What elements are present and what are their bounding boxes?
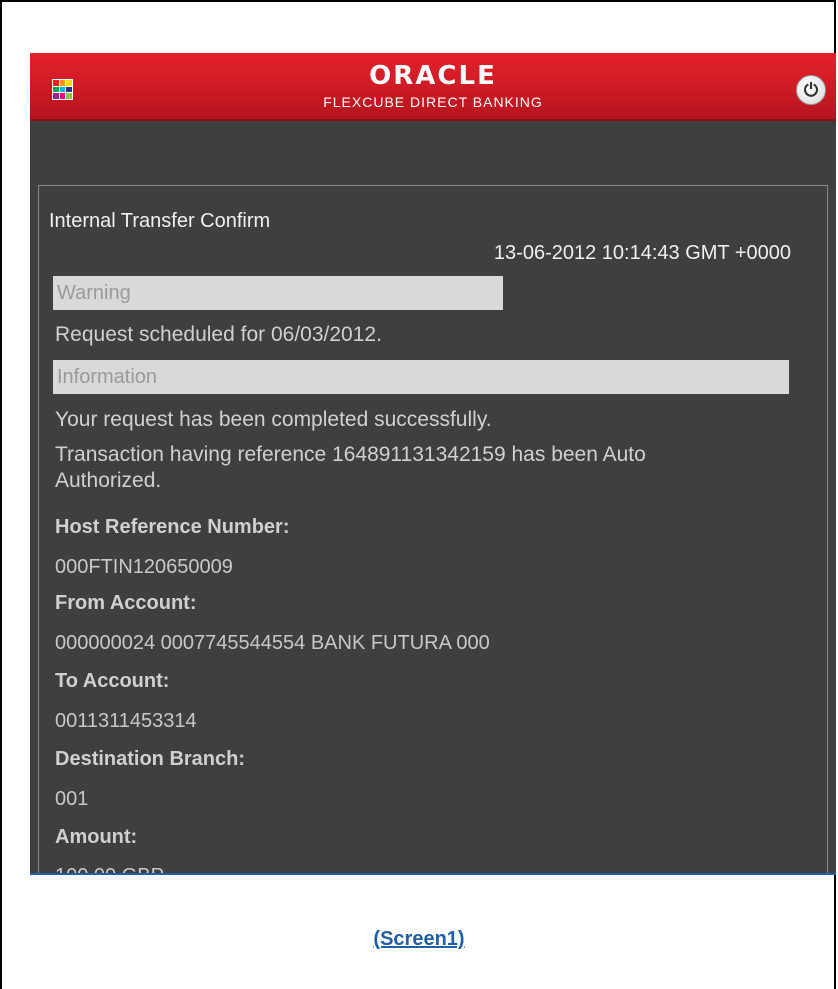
oracle-logo: ORACLE FLEXCUBE DIRECT BANKING	[30, 61, 836, 111]
app-header: ORACLE FLEXCUBE DIRECT BANKING ⏻	[30, 53, 836, 121]
screen-caption-link[interactable]: (Screen1)	[0, 928, 838, 951]
warning-message: Request scheduled for 06/03/2012.	[55, 323, 382, 346]
information-label: Information	[53, 360, 789, 394]
amount-value: 100.00 GBP	[55, 865, 164, 873]
to-account-label: To Account:	[55, 670, 170, 692]
timestamp: 13-06-2012 10:14:43 GMT +0000	[493, 242, 791, 264]
confirmation-panel: Internal Transfer Confirm 13-06-2012 10:…	[38, 185, 828, 873]
from-account-label: From Account:	[55, 592, 197, 614]
caption-divider	[30, 873, 836, 875]
to-account-value: 0011311453314	[55, 710, 197, 732]
warning-label: Warning	[53, 276, 503, 310]
from-account-value: 000000024 0007745544554 BANK FUTURA 000	[55, 632, 490, 654]
destination-branch-label: Destination Branch:	[55, 748, 246, 770]
page-title: Internal Transfer Confirm	[49, 210, 271, 232]
host-reference-label: Host Reference Number:	[55, 516, 290, 538]
app-subtitle: FLEXCUBE DIRECT BANKING	[323, 94, 543, 110]
info-message-reference: Transaction having reference 16489113134…	[55, 443, 646, 492]
info-message-success: Your request has been completed successf…	[55, 408, 492, 431]
host-reference-value: 000FTIN120650009	[55, 556, 233, 578]
logo-wordmark: ORACLE	[369, 61, 497, 91]
power-icon[interactable]: ⏻	[796, 75, 826, 105]
amount-label: Amount:	[55, 826, 138, 848]
mobile-screen: ORACLE FLEXCUBE DIRECT BANKING ⏻ Interna…	[30, 53, 836, 873]
destination-branch-value: 001	[55, 788, 89, 810]
